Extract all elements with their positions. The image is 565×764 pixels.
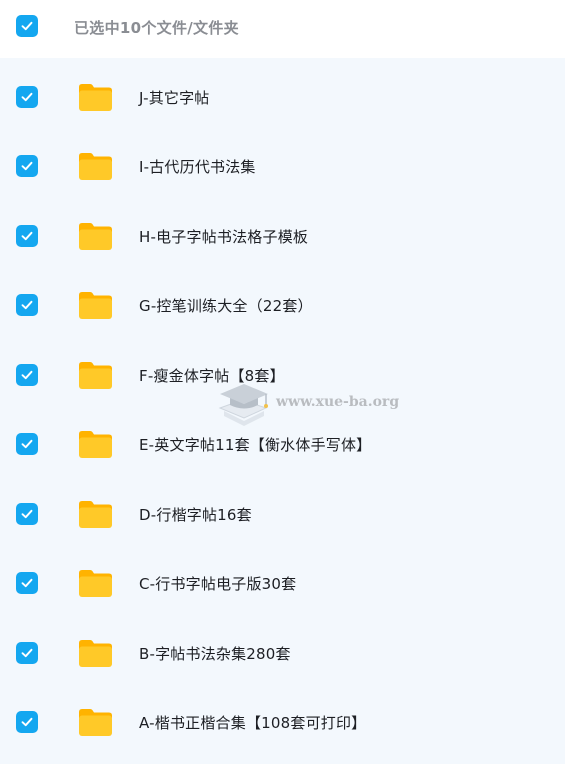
row-checkbox[interactable] xyxy=(16,86,38,108)
folder-icon xyxy=(78,152,113,181)
folder-icon xyxy=(78,569,113,598)
file-row-b[interactable]: B-字帖书法杂集280套 xyxy=(0,618,565,687)
row-checkbox[interactable] xyxy=(16,294,38,316)
row-checkbox[interactable] xyxy=(16,155,38,177)
folder-icon xyxy=(78,639,113,668)
row-checkbox[interactable] xyxy=(16,711,38,733)
checkmark-icon xyxy=(21,578,33,588)
folder-name: J-其它字帖 xyxy=(139,89,210,107)
watermark: www.xue-ba.org xyxy=(216,378,416,428)
checkmark-icon xyxy=(21,21,33,31)
row-checkbox[interactable] xyxy=(16,433,38,455)
folder-name: D-行楷字帖16套 xyxy=(139,506,252,524)
watermark-text: www.xue-ba.org xyxy=(276,394,400,410)
folder-icon xyxy=(78,83,113,112)
graduation-cap-icon xyxy=(218,384,268,426)
folder-name: C-行书字帖电子版30套 xyxy=(139,575,297,593)
folder-icon xyxy=(78,708,113,737)
checkmark-icon xyxy=(21,648,33,658)
selection-header: 已选中10个文件/文件夹 xyxy=(0,0,565,58)
checkmark-icon xyxy=(21,370,33,380)
checkmark-icon xyxy=(21,300,33,310)
file-row-g[interactable]: G-控笔训练大全（22套） xyxy=(0,270,565,339)
file-row-h[interactable]: H-电子字帖书法格子模板 xyxy=(0,201,565,270)
folder-name: G-控笔训练大全（22套） xyxy=(139,297,313,315)
folder-name: H-电子字帖书法格子模板 xyxy=(139,228,309,246)
folder-name: E-英文字帖11套【衡水体手写体】 xyxy=(139,436,372,454)
folder-icon xyxy=(78,430,113,459)
folder-icon xyxy=(78,500,113,529)
checkmark-icon xyxy=(21,92,33,102)
row-checkbox[interactable] xyxy=(16,503,38,525)
folder-name: B-字帖书法杂集280套 xyxy=(139,645,291,663)
folder-icon xyxy=(78,291,113,320)
select-all-checkbox[interactable] xyxy=(16,15,38,37)
file-row-i[interactable]: I-古代历代书法集 xyxy=(0,131,565,200)
checkmark-icon xyxy=(21,717,33,727)
file-row-a[interactable]: A-楷书正楷合集【108套可打印】 xyxy=(0,687,565,756)
row-checkbox[interactable] xyxy=(16,642,38,664)
folder-name: I-古代历代书法集 xyxy=(139,158,256,176)
folder-icon xyxy=(78,222,113,251)
file-row-c[interactable]: C-行书字帖电子版30套 xyxy=(0,548,565,617)
row-checkbox[interactable] xyxy=(16,225,38,247)
folder-name: A-楷书正楷合集【108套可打印】 xyxy=(139,714,367,732)
folder-icon xyxy=(78,361,113,390)
row-checkbox[interactable] xyxy=(16,572,38,594)
checkmark-icon xyxy=(21,231,33,241)
file-row-j[interactable]: J-其它字帖 xyxy=(0,62,565,131)
selection-count-text: 已选中10个文件/文件夹 xyxy=(74,19,239,37)
file-row-d[interactable]: D-行楷字帖16套 xyxy=(0,479,565,548)
checkmark-icon xyxy=(21,161,33,171)
checkmark-icon xyxy=(21,509,33,519)
row-checkbox[interactable] xyxy=(16,364,38,386)
checkmark-icon xyxy=(21,439,33,449)
